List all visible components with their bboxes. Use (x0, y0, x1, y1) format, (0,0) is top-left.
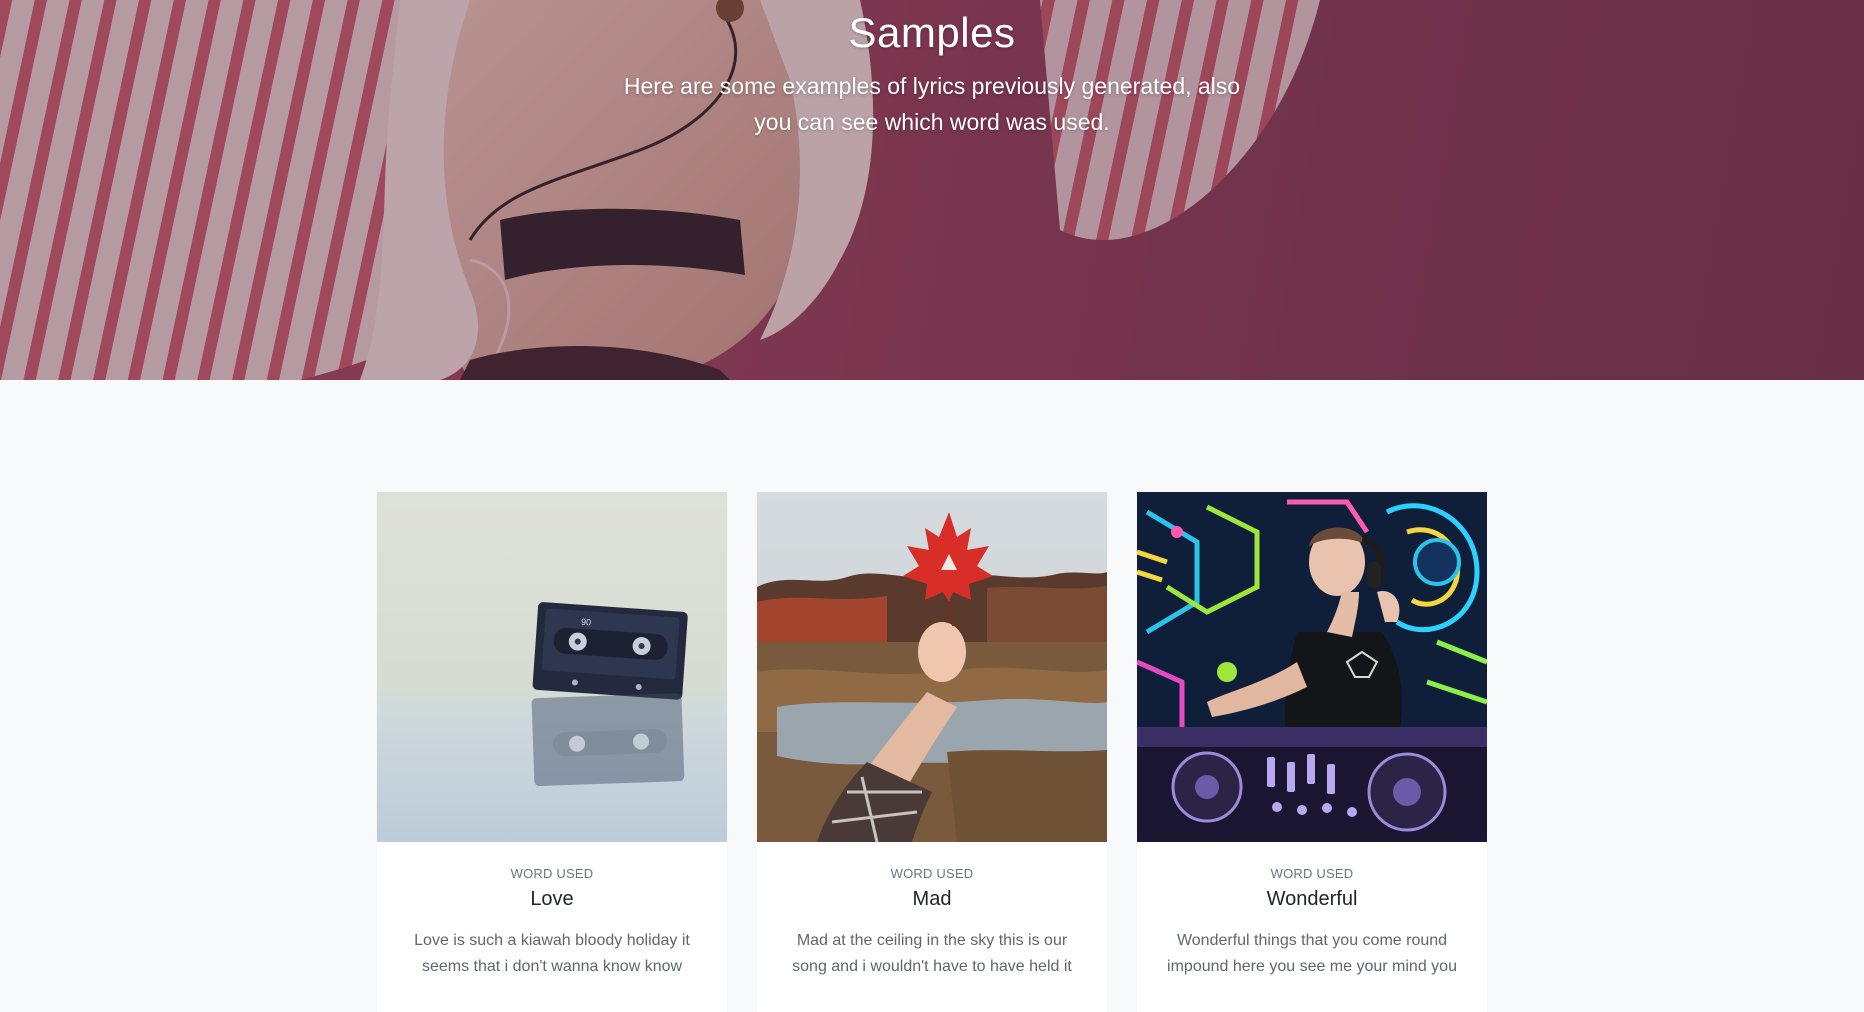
cassette-tape-image: 90 (377, 492, 727, 842)
samples-grid: 90 WORD USED Love Love is such a kiawah … (377, 492, 1487, 1012)
maple-leaf-image (757, 492, 1107, 842)
sample-card-wonderful[interactable]: WORD USED Wonderful Wonderful things tha… (1137, 492, 1487, 1012)
card-body: WORD USED Love Love is such a kiawah blo… (377, 842, 727, 980)
sample-lyrics: Mad at the ceiling in the sky this is ou… (792, 932, 1072, 975)
sample-word: Love (530, 888, 574, 910)
sample-lyrics: Love is such a kiawah bloody holiday it … (414, 932, 690, 975)
word-used-label: WORD USED (1270, 866, 1354, 881)
svg-text:90: 90 (581, 617, 592, 628)
sample-card-mad[interactable]: WORD USED Mad Mad at the ceiling in the … (757, 492, 1107, 1012)
hero-text-block: Samples Here are some examples of lyrics… (0, 0, 1864, 140)
sample-card-love[interactable]: 90 WORD USED Love Love is such a kiawah … (377, 492, 727, 1012)
page-subtitle: Here are some examples of lyrics previou… (623, 73, 1241, 135)
hero-banner: Samples Here are some examples of lyrics… (0, 0, 1864, 380)
sample-word: Wonderful (1266, 888, 1358, 910)
sample-word: Mad (912, 888, 952, 910)
card-body: WORD USED Mad Mad at the ceiling in the … (757, 842, 1107, 980)
word-used-label: WORD USED (510, 866, 594, 881)
page-title: Samples (848, 9, 1016, 56)
word-used-label: WORD USED (890, 866, 974, 881)
dj-image (1137, 492, 1487, 842)
sample-lyrics: Wonderful things that you come round imp… (1167, 932, 1457, 975)
card-body: WORD USED Wonderful Wonderful things tha… (1137, 842, 1487, 980)
